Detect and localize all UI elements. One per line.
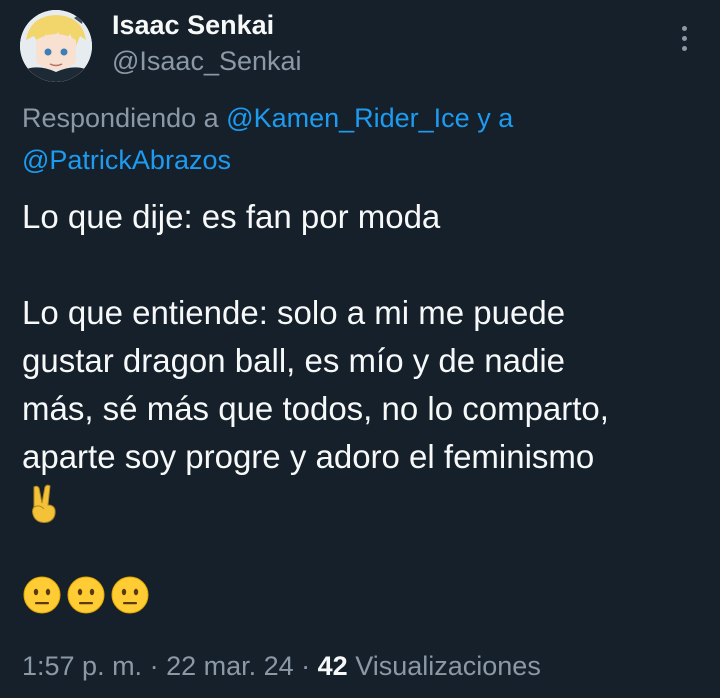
line-break (22, 241, 702, 289)
reply-context: Respondiendo a @Kamen_Rider_Ice y a @Pat… (22, 97, 692, 181)
tweet-line: Lo que dije: es fan por moda (22, 198, 441, 235)
neutral-face-icon (67, 576, 105, 614)
meta-separator: · (142, 651, 167, 681)
tweet-time[interactable]: 1:57 p. m. (22, 651, 142, 681)
neutral-face-icon (111, 576, 149, 614)
mention-patrick-abrazos[interactable]: @PatrickAbrazos (22, 145, 231, 175)
tweet-line: gustar dragon ball, es mío y de nadie (22, 342, 566, 379)
emoji-row (22, 575, 702, 615)
mention-kamen-rider-ice[interactable]: @Kamen_Rider_Ice (226, 103, 470, 133)
tweet-text: Lo que dije: es fan por moda Lo que enti… (22, 193, 702, 615)
anime-avatar-icon (20, 10, 92, 82)
tweet-meta: 1:57 p. m. · 22 mar. 24 · 42 Visualizaci… (22, 648, 541, 684)
tweet-line: más, sé más que todos, no lo comparto, (22, 390, 609, 427)
more-dot (681, 25, 687, 31)
author-handle[interactable]: @Isaac_Senkai (112, 44, 302, 78)
tweet: Isaac Senkai @Isaac_Senkai Respondiendo … (0, 0, 720, 698)
avatar[interactable] (20, 10, 92, 82)
author-display-name[interactable]: Isaac Senkai (112, 8, 274, 42)
meta-separator: · (293, 651, 318, 681)
views-count[interactable]: 42 (318, 651, 348, 681)
tweet-line: Lo que entiende: solo a mi me puede (22, 294, 566, 331)
reply-prefix: Respondiendo a (22, 103, 227, 133)
more-dot (681, 45, 687, 51)
victory-hand-icon (32, 484, 56, 523)
reply-connector: y a (469, 103, 514, 133)
tweet-line: aparte soy progre y adoro el feminismo (22, 438, 595, 475)
neutral-face-icon (23, 576, 61, 614)
more-dot (681, 35, 687, 41)
tweet-date[interactable]: 22 mar. 24 (166, 651, 294, 681)
views-label[interactable]: Visualizaciones (348, 651, 541, 681)
more-options-icon[interactable] (672, 20, 696, 56)
